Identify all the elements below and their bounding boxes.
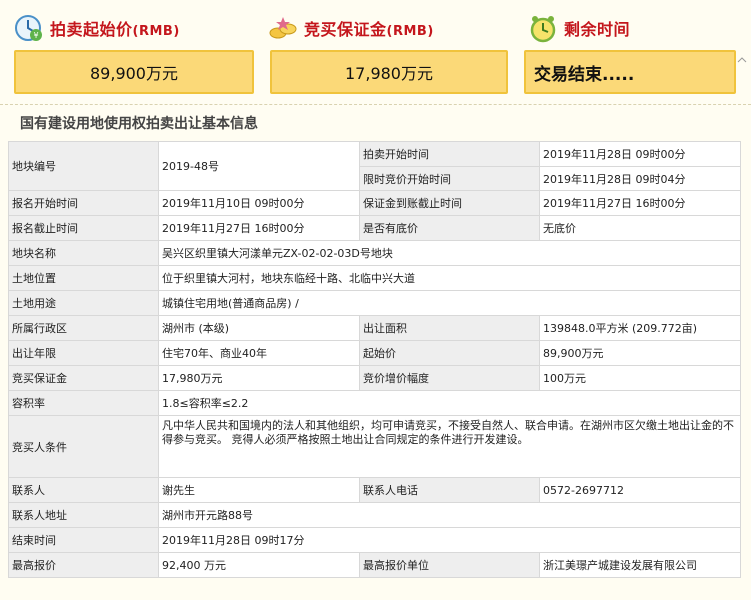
table-cell-value: 位于织里镇大河村，地块东临经十路、北临中兴大道 [158, 265, 741, 291]
table-cell-key: 地块编号 [8, 141, 159, 191]
clock-money-icon: ¥ [14, 13, 44, 43]
table-cell-key: 最高报价 [8, 552, 159, 578]
table-row: 地块名称 吴兴区织里镇大河漾单元ZX-02-02-03D号地块 [8, 240, 741, 266]
table-cell-key: 保证金到账截止时间 [359, 190, 540, 216]
table-cell-key: 结束时间 [8, 527, 159, 553]
coins-icon [268, 13, 298, 43]
table-cell-value: 92,400 万元 [158, 552, 360, 578]
table-cell-value: 2019-48号 [158, 141, 360, 191]
table-cell-key: 报名截止时间 [8, 215, 159, 241]
table-cell-value: 2019年11月27日 16时00分 [539, 190, 741, 216]
table-cell-value: 2019年11月27日 16时00分 [158, 215, 360, 241]
table-cell-key: 竞价增价幅度 [359, 365, 540, 391]
alarm-clock-icon [528, 13, 558, 43]
table-cell-key: 最高报价单位 [359, 552, 540, 578]
table-row: 联系人 谢先生 联系人电话 0572-2697712 [8, 477, 741, 503]
table-row: 报名开始时间 2019年11月10日 09时00分 保证金到账截止时间 2019… [8, 190, 741, 216]
table-cell-value: 2019年11月28日 09时04分 [539, 166, 741, 191]
table-cell-key: 联系人 [8, 477, 159, 503]
table-cell-key: 竞买保证金 [8, 365, 159, 391]
table-cell-value: 100万元 [539, 365, 741, 391]
table-cell-value: 凡中华人民共和国境内的法人和其他组织，均可申请竞买，不接受自然人、联合申请。在湖… [158, 415, 741, 478]
deposit-header: 竞买保证金(RMB) [268, 10, 434, 46]
table-row: 地块编号 2019-48号 拍卖开始时间 2019年11月28日 09时00分 [8, 141, 741, 191]
table-cell-value: 2019年11月28日 09时00分 [539, 141, 741, 167]
table-row: 所属行政区 湖州市 (本级) 出让面积 139848.0平方米 (209.772… [8, 315, 741, 341]
table-cell-key: 所属行政区 [8, 315, 159, 341]
table-row: 出让年限 住宅70年、商业40年 起始价 89,900万元 [8, 340, 741, 366]
start-price-header: ¥ 拍卖起始价(RMB) [14, 10, 180, 46]
divider [0, 104, 751, 105]
table-cell-key: 是否有底价 [359, 215, 540, 241]
table-row: 联系人地址 湖州市开元路88号 [8, 502, 741, 528]
start-price-rmb: (RMB) [132, 24, 180, 39]
table-cell-key: 竞买人条件 [8, 415, 159, 478]
scroll-up-arrow-icon[interactable] [737, 50, 747, 63]
table-cell-value: 0572-2697712 [539, 477, 741, 503]
table-row: 最高报价 92,400 万元 最高报价单位 浙江美璟产城建设发展有限公司 [8, 552, 741, 578]
table-cell-key: 土地位置 [8, 265, 159, 291]
table-cell-value: 谢先生 [158, 477, 360, 503]
table-cell-key: 起始价 [359, 340, 540, 366]
table-row: 容积率 1.8≤容积率≤2.2 [8, 390, 741, 416]
table-cell-value: 89,900万元 [539, 340, 741, 366]
deposit-value: 17,980万元 [345, 64, 433, 83]
table-row: 竞买保证金 17,980万元 竞价增价幅度 100万元 [8, 365, 741, 391]
table-cell-value: 浙江美璟产城建设发展有限公司 [539, 552, 741, 578]
svg-text:¥: ¥ [33, 31, 38, 40]
table-row: 土地位置 位于织里镇大河村，地块东临经十路、北临中兴大道 [8, 265, 741, 291]
table-row: 结束时间 2019年11月28日 09时17分 [8, 527, 741, 553]
table-cell-value: 17,980万元 [158, 365, 360, 391]
auction-summary-header: ¥ 拍卖起始价(RMB) 竞买保证金(RMB) 剩余时间 89,900万元 17… [0, 0, 751, 104]
start-price-label: 拍卖起始价 [50, 20, 133, 39]
table-cell-key: 联系人电话 [359, 477, 540, 503]
table-row: 土地用途 城镇住宅用地(普通商品房) / [8, 290, 741, 316]
table-cell-key: 联系人地址 [8, 502, 159, 528]
table-row: 竞买人条件 凡中华人民共和国境内的法人和其他组织，均可申请竞买，不接受自然人、联… [8, 415, 741, 478]
table-cell-value: 139848.0平方米 (209.772亩) [539, 315, 741, 341]
start-price-value: 89,900万元 [90, 64, 178, 83]
remaining-time-header: 剩余时间 [528, 10, 630, 46]
table-cell-value: 无底价 [539, 215, 741, 241]
table-cell-value: 湖州市开元路88号 [158, 502, 741, 528]
table-cell-key: 土地用途 [8, 290, 159, 316]
table-cell-value: 1.8≤容积率≤2.2 [158, 390, 741, 416]
section-title: 国有建设用地使用权拍卖出让基本信息 [20, 116, 258, 132]
table-cell-key: 报名开始时间 [8, 190, 159, 216]
deposit-rmb: (RMB) [386, 24, 434, 39]
table-cell-key: 限时竞价开始时间 [359, 166, 540, 191]
table-cell-key: 出让面积 [359, 315, 540, 341]
table-cell-key: 出让年限 [8, 340, 159, 366]
deposit-label: 竞买保证金 [304, 20, 387, 39]
table-cell-value: 2019年11月28日 09时17分 [158, 527, 741, 553]
table-row: 报名截止时间 2019年11月27日 16时00分 是否有底价 无底价 [8, 215, 741, 241]
remaining-value: 交易结束..... [534, 64, 635, 85]
land-info-table: 地块编号 2019-48号 拍卖开始时间 2019年11月28日 09时00分 … [8, 141, 741, 578]
deposit-value-box: 17,980万元 [270, 50, 508, 94]
table-cell-key: 拍卖开始时间 [359, 141, 540, 167]
table-cell-value: 湖州市 (本级) [158, 315, 360, 341]
table-cell-value: 城镇住宅用地(普通商品房) / [158, 290, 741, 316]
table-cell-key: 容积率 [8, 390, 159, 416]
table-cell-value: 2019年11月10日 09时00分 [158, 190, 360, 216]
table-cell-value: 住宅70年、商业40年 [158, 340, 360, 366]
table-cell-value: 吴兴区织里镇大河漾单元ZX-02-02-03D号地块 [158, 240, 741, 266]
remaining-label: 剩余时间 [564, 20, 631, 39]
table-cell-key: 地块名称 [8, 240, 159, 266]
remaining-value-box: 交易结束..... [524, 50, 736, 94]
start-price-value-box: 89,900万元 [14, 50, 254, 94]
